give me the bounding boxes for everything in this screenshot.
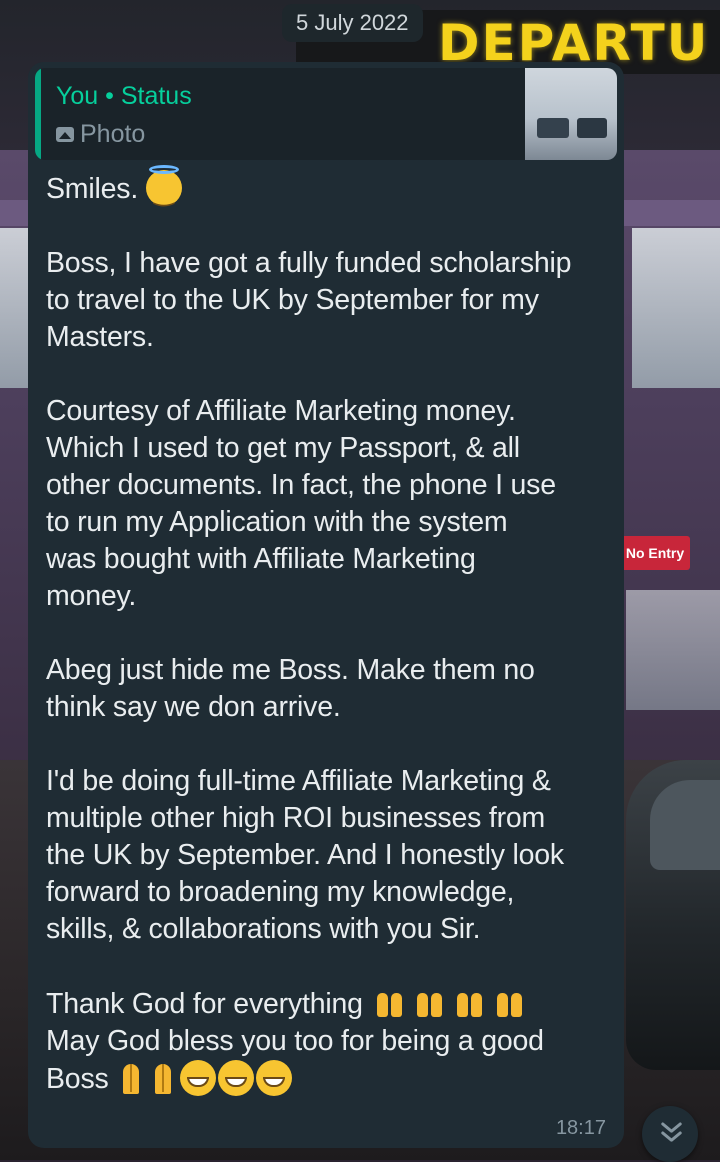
folded-hands-icon (148, 1060, 178, 1096)
background-window (632, 228, 720, 388)
message-paragraph-text: I'd be doing full-time Affiliate Marketi… (46, 765, 564, 945)
background-window (0, 228, 30, 388)
quoted-status[interactable]: You • Status Photo (35, 68, 617, 160)
photo-icon (56, 127, 74, 142)
thumbnail-detail (577, 118, 607, 138)
raising-hands-icon (451, 985, 489, 1021)
message-text: Smiles. Boss, I have got a fully funded … (46, 165, 618, 1098)
folded-hands-icon (116, 1060, 146, 1096)
scroll-to-bottom-button[interactable] (642, 1106, 698, 1162)
background-door (626, 590, 720, 710)
raising-hands-icon (411, 985, 449, 1021)
message-paragraph: Abeg just hide me Boss. Make them no thi… (46, 652, 618, 726)
message-paragraph: Thank God for everything (46, 985, 618, 1023)
chevron-double-down-icon (660, 1120, 683, 1143)
quote-type-label: Photo (80, 120, 146, 148)
grinning-face-icon (256, 1060, 293, 1096)
background-car-window (650, 780, 720, 870)
quote-accent-bar (35, 68, 41, 160)
quote-thumbnail[interactable] (525, 68, 617, 160)
message-paragraph-text: Courtesy of Affiliate Marketing money. W… (46, 395, 556, 612)
message-bubble[interactable]: You • Status Photo Smiles. Boss, I have … (28, 62, 624, 1148)
message-paragraph-text: Thank God for everything (46, 988, 363, 1020)
message-paragraph: Smiles. (46, 165, 618, 212)
raising-hands-icon (371, 985, 409, 1021)
message-paragraph-text: Abeg just hide me Boss. Make them no thi… (46, 654, 535, 723)
message-time: 18:17 (555, 1117, 606, 1139)
message-paragraph: I'd be doing full-time Affiliate Marketi… (46, 763, 618, 948)
raising-hands-icon (491, 985, 529, 1021)
quote-author: You • Status (56, 82, 192, 110)
quote-type: Photo (56, 120, 145, 149)
message-paragraph: Boss, I have got a fully funded scholars… (46, 245, 618, 356)
message-paragraph-text: Boss, I have got a fully funded scholars… (46, 247, 572, 353)
message-paragraph: Courtesy of Affiliate Marketing money. W… (46, 393, 618, 615)
grinning-face-icon (180, 1060, 217, 1096)
message-paragraph-text: Smiles. (46, 173, 139, 205)
thumbnail-detail (537, 118, 569, 138)
grinning-face-icon (218, 1060, 255, 1096)
smiling-face-with-halo-icon (145, 165, 182, 212)
message-paragraph: May God bless you too for being a good B… (46, 1023, 618, 1098)
background-red-sign: No Entry (620, 536, 690, 570)
date-chip: 5 July 2022 (282, 4, 423, 42)
